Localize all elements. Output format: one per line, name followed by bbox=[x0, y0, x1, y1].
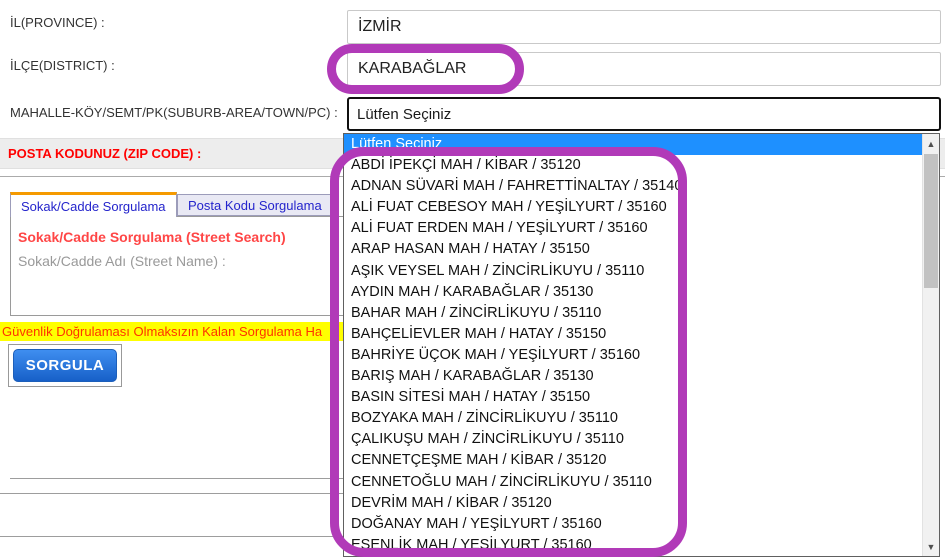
province-label: İL(PROVINCE) : bbox=[10, 15, 105, 30]
scroll-down-icon[interactable]: ▼ bbox=[923, 538, 939, 555]
tab-postal-code-search[interactable]: Posta Kodu Sorgulama bbox=[177, 194, 333, 216]
street-name-field-label: Sokak/Cadde Adı (Street Name) : bbox=[18, 253, 226, 269]
scrollbar-thumb[interactable] bbox=[924, 154, 938, 288]
street-search-title: Sokak/Cadde Sorgulama (Street Search) bbox=[18, 229, 286, 245]
tab-street-search[interactable]: Sokak/Cadde Sorgulama bbox=[10, 192, 177, 217]
suburb-dropdown-list: Lütfen Seçiniz ABDİ İPEKÇİ MAH / KİBAR /… bbox=[343, 133, 940, 557]
security-warning: Güvenlik Doğrulaması Olmaksızın Kalan So… bbox=[0, 322, 352, 341]
dropdown-option[interactable]: ALİ FUAT CEBESOY MAH / YEŞİLYURT / 35160 bbox=[344, 197, 922, 218]
dropdown-option[interactable]: DEVRİM MAH / KİBAR / 35120 bbox=[344, 493, 922, 514]
dropdown-option[interactable]: ALİ FUAT ERDEN MAH / YEŞİLYURT / 35160 bbox=[344, 218, 922, 239]
dropdown-option[interactable]: DOĞANAY MAH / YEŞİLYURT / 35160 bbox=[344, 514, 922, 535]
dropdown-options: Lütfen Seçiniz ABDİ İPEKÇİ MAH / KİBAR /… bbox=[344, 134, 922, 556]
dropdown-option[interactable]: BAHÇELİEVLER MAH / HATAY / 35150 bbox=[344, 324, 922, 345]
dropdown-option[interactable]: ÇALIKUŞU MAH / ZİNCİRLİKUYU / 35110 bbox=[344, 429, 922, 450]
dropdown-option[interactable]: CENNETOĞLU MAH / ZİNCİRLİKUYU / 35110 bbox=[344, 472, 922, 493]
dropdown-option[interactable]: ARAP HASAN MAH / HATAY / 35150 bbox=[344, 239, 922, 260]
dropdown-option[interactable]: Lütfen Seçiniz bbox=[344, 134, 922, 155]
dropdown-option[interactable]: ABDİ İPEKÇİ MAH / KİBAR / 35120 bbox=[344, 155, 922, 176]
dropdown-option[interactable]: BAHRİYE ÜÇOK MAH / YEŞİLYURT / 35160 bbox=[344, 345, 922, 366]
dropdown-option[interactable]: BOZYAKA MAH / ZİNCİRLİKUYU / 35110 bbox=[344, 408, 922, 429]
dropdown-scrollbar[interactable]: ▲ ▼ bbox=[922, 134, 939, 556]
district-input[interactable]: KARABAĞLAR bbox=[347, 52, 941, 86]
dropdown-option[interactable]: BASIN SİTESİ MAH / HATAY / 35150 bbox=[344, 387, 922, 408]
query-button-outline: SORGULA bbox=[8, 344, 122, 387]
dropdown-option[interactable]: ESENLİK MAH / YEŞİLYURT / 35160 bbox=[344, 535, 922, 556]
dropdown-option[interactable]: ADNAN SÜVARİ MAH / FAHRETTİNALTAY / 3514… bbox=[344, 176, 922, 197]
suburb-select[interactable]: Lütfen Seçiniz bbox=[347, 97, 941, 131]
zip-code-label: POSTA KODUNUZ (ZIP CODE) : bbox=[8, 139, 201, 168]
dropdown-option[interactable]: BAHAR MAH / ZİNCİRLİKUYU / 35110 bbox=[344, 303, 922, 324]
postcode-lookup-page: İL(PROVINCE) : İZMİR İLÇE(DISTRICT) : KA… bbox=[0, 0, 945, 557]
suburb-label: MAHALLE-KÖY/SEMT/PK(SUBURB-AREA/TOWN/PC)… bbox=[10, 105, 338, 120]
query-button[interactable]: SORGULA bbox=[13, 349, 117, 382]
dropdown-option[interactable]: AYDIN MAH / KARABAĞLAR / 35130 bbox=[344, 282, 922, 303]
dropdown-option[interactable]: CENNETÇEŞME MAH / KİBAR / 35120 bbox=[344, 450, 922, 471]
province-input[interactable]: İZMİR bbox=[347, 10, 941, 44]
dropdown-option[interactable]: AŞIK VEYSEL MAH / ZİNCİRLİKUYU / 35110 bbox=[344, 261, 922, 282]
dropdown-option[interactable]: BARIŞ MAH / KARABAĞLAR / 35130 bbox=[344, 366, 922, 387]
scroll-up-icon[interactable]: ▲ bbox=[923, 135, 939, 152]
district-label: İLÇE(DISTRICT) : bbox=[10, 58, 115, 73]
